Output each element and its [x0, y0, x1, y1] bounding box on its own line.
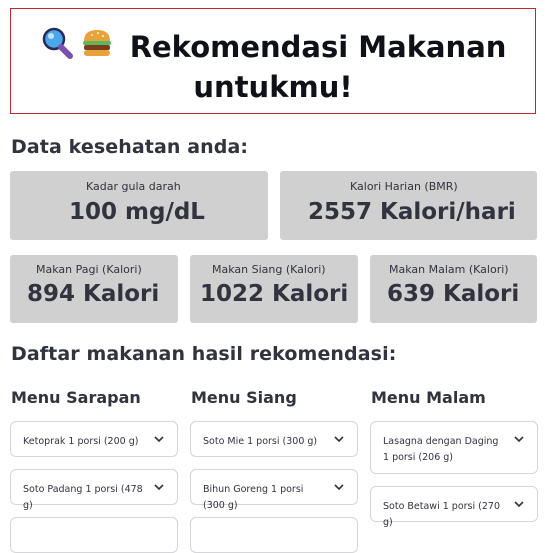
expander-label: Lasagna dengan Daging 1 porsi (206 g) [383, 436, 499, 463]
metric-value: 894 Kalori [27, 281, 160, 307]
health-data-heading: Data kesehatan anda: [11, 136, 249, 158]
metric-dinner-calories: Makan Malam (Kalori) 639 Kalori [370, 255, 537, 323]
metric-breakfast-calories: Makan Pagi (Kalori) 894 Kalori [10, 255, 178, 323]
breakfast-item-expander[interactable] [10, 517, 178, 553]
metric-lunch-calories: Makan Siang (Kalori) 1022 Kalori [190, 255, 358, 323]
chevron-down-icon [334, 436, 344, 443]
metric-value: 639 Kalori [387, 281, 520, 307]
metric-value: 2557 Kalori/hari [308, 199, 516, 225]
dinner-item-expander[interactable]: Soto Betawi 1 porsi (270 g) [370, 486, 538, 528]
expander-label: Bihun Goreng 1 porsi (300 g) [203, 484, 304, 511]
metric-label: Makan Siang (Kalori) [212, 263, 326, 276]
metric-label: Makan Pagi (Kalori) [36, 263, 142, 276]
chevron-down-icon [514, 436, 524, 443]
dinner-item-expander[interactable]: Lasagna dengan Daging 1 porsi (206 g) [370, 421, 538, 474]
page-banner: Rekomendasi Makanan untukmu! [10, 8, 536, 114]
lunch-item-expander[interactable] [190, 517, 358, 553]
menu-lunch-title: Menu Siang [191, 388, 297, 407]
lunch-item-expander[interactable]: Soto Mie 1 porsi (300 g) [190, 421, 358, 457]
chevron-down-icon [334, 484, 344, 491]
breakfast-item-expander[interactable]: Ketoprak 1 porsi (200 g) [10, 421, 178, 457]
recommendation-heading: Daftar makanan hasil rekomendasi: [11, 343, 397, 365]
expander-label: Ketoprak 1 porsi (200 g) [23, 436, 139, 447]
metric-label: Kadar gula darah [86, 180, 181, 193]
menu-dinner-title: Menu Malam [371, 388, 486, 407]
chevron-down-icon [154, 484, 164, 491]
chevron-down-icon [514, 501, 524, 508]
magnifying-glass-icon [40, 26, 74, 69]
metric-value: 100 mg/dL [69, 199, 205, 225]
metric-label: Kalori Harian (BMR) [350, 180, 458, 193]
burger-icon [80, 26, 114, 69]
chevron-down-icon [154, 436, 164, 443]
lunch-item-expander[interactable]: Bihun Goreng 1 porsi (300 g) [190, 469, 358, 511]
expander-label: Soto Mie 1 porsi (300 g) [203, 436, 318, 447]
menu-breakfast-title: Menu Sarapan [11, 388, 141, 407]
expander-label: Soto Padang 1 porsi (478 g) [23, 484, 143, 511]
metric-value: 1022 Kalori [200, 281, 349, 307]
metric-label: Makan Malam (Kalori) [389, 263, 509, 276]
breakfast-item-expander[interactable]: Soto Padang 1 porsi (478 g) [10, 469, 178, 511]
metric-blood-sugar: Kadar gula darah 100 mg/dL [10, 171, 268, 240]
expander-label: Soto Betawi 1 porsi (270 g) [383, 501, 500, 528]
page-title: Rekomendasi Makanan untukmu! [129, 30, 507, 104]
metric-bmr: Kalori Harian (BMR) 2557 Kalori/hari [280, 171, 537, 240]
